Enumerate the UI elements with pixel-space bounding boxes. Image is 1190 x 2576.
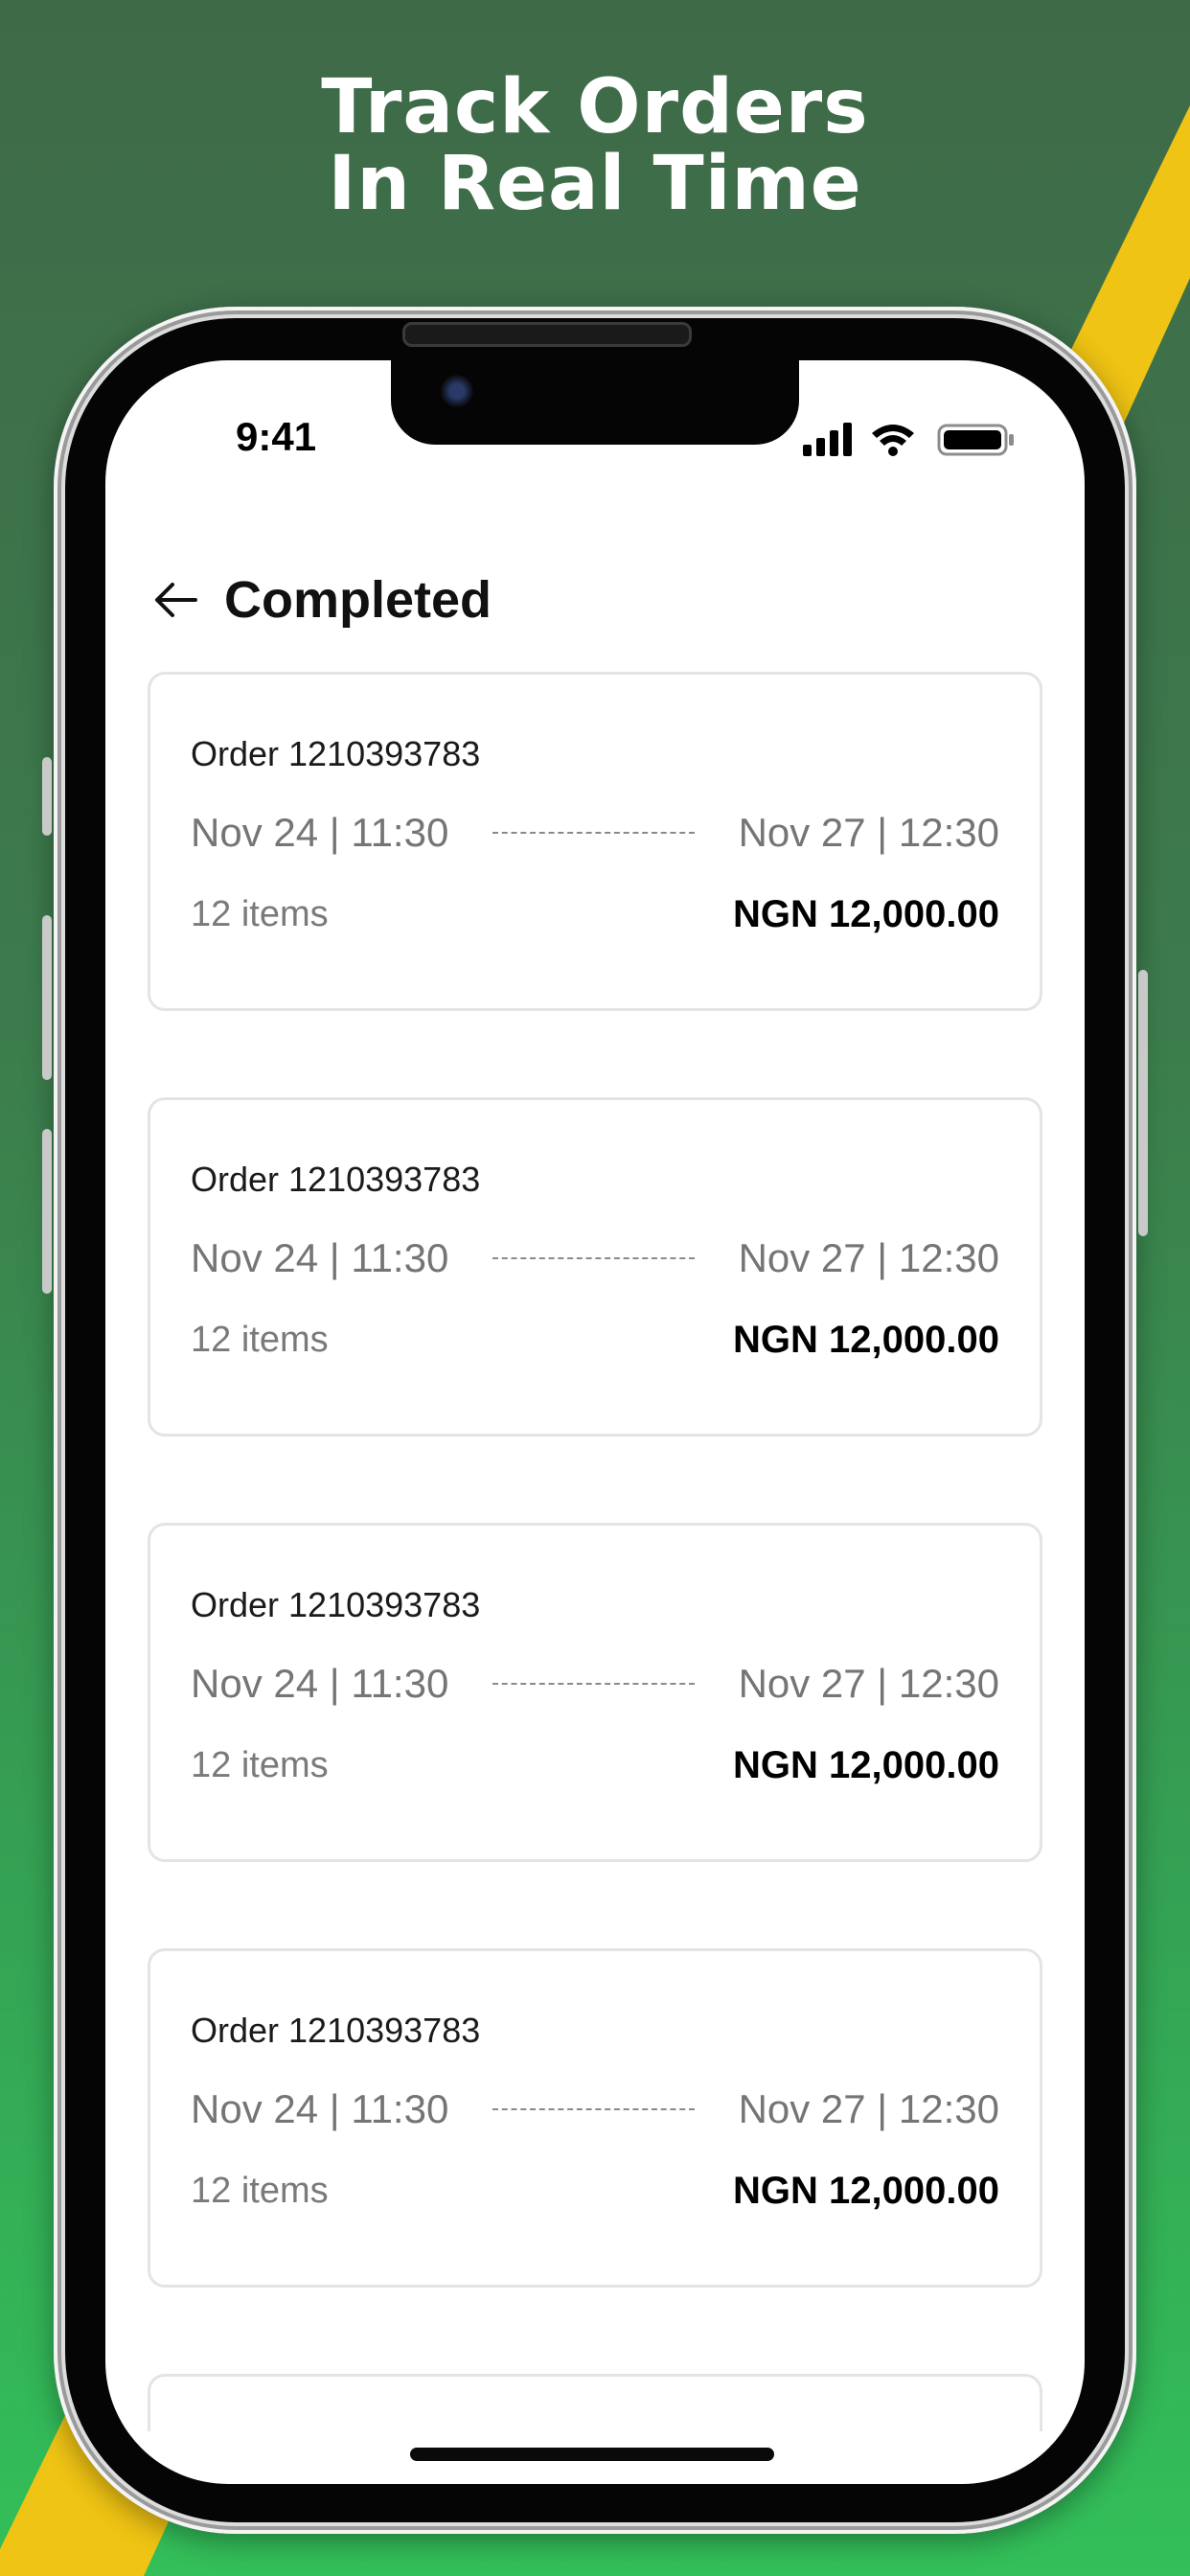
screen-header: Completed	[151, 562, 492, 638]
order-end-date: Nov 27 | 12:30	[738, 1661, 999, 1706]
page-title: Completed	[224, 571, 492, 629]
headline-line-2: In Real Time	[328, 141, 862, 227]
order-price: NGN 12,000.00	[733, 893, 999, 935]
order-id: Order 1210393783	[191, 734, 481, 773]
order-start-date: Nov 24 | 11:30	[191, 2086, 449, 2131]
order-item-count: 12 items	[191, 894, 329, 934]
status-icons	[803, 423, 1014, 456]
order-card-partial[interactable]	[148, 2374, 1042, 2431]
order-date-row: Nov 24 | 11:30 Nov 27 | 12:30	[191, 1660, 999, 1708]
date-connector-line	[492, 1683, 695, 1685]
order-meta-row: 12 items NGN 12,000.00	[191, 1744, 999, 1787]
order-list: Order 1210393783 Nov 24 | 11:30 Nov 27 |…	[148, 672, 1042, 2484]
order-end-date: Nov 27 | 12:30	[738, 1235, 999, 1280]
order-date-row: Nov 24 | 11:30 Nov 27 | 12:30	[191, 2085, 999, 2133]
order-item-count: 12 items	[191, 2171, 329, 2211]
order-price: NGN 12,000.00	[733, 1744, 999, 1786]
order-price: NGN 12,000.00	[733, 2170, 999, 2212]
order-id: Order 1210393783	[191, 1160, 481, 1199]
date-connector-line	[492, 2108, 695, 2110]
date-connector-line	[492, 832, 695, 834]
phone-screen: 9:41 Completed Order 1210393783 Nov 24 |…	[105, 360, 1085, 2484]
wifi-icon	[872, 425, 914, 456]
silent-switch	[42, 757, 52, 836]
headline: Track Orders In Real Time	[0, 69, 1190, 222]
earpiece-speaker	[402, 322, 692, 347]
order-meta-row: 12 items NGN 12,000.00	[191, 1319, 999, 1362]
order-start-date: Nov 24 | 11:30	[191, 1235, 449, 1280]
home-indicator[interactable]	[410, 2448, 774, 2461]
order-meta-row: 12 items NGN 12,000.00	[191, 893, 999, 936]
volume-up-button	[42, 915, 52, 1080]
order-date-row: Nov 24 | 11:30 Nov 27 | 12:30	[191, 1234, 999, 1282]
volume-down-button	[42, 1129, 52, 1294]
order-card[interactable]: Order 1210393783 Nov 24 | 11:30 Nov 27 |…	[148, 1097, 1042, 1437]
order-card[interactable]: Order 1210393783 Nov 24 | 11:30 Nov 27 |…	[148, 672, 1042, 1011]
order-start-date: Nov 24 | 11:30	[191, 1661, 449, 1706]
notch	[391, 360, 799, 445]
battery-icon	[937, 424, 1014, 456]
order-end-date: Nov 27 | 12:30	[738, 810, 999, 855]
cellular-signal-icon	[803, 423, 852, 456]
headline-line-1: Track Orders	[321, 64, 869, 150]
order-item-count: 12 items	[191, 1745, 329, 1785]
order-start-date: Nov 24 | 11:30	[191, 810, 449, 855]
status-time: 9:41	[236, 414, 317, 459]
order-date-row: Nov 24 | 11:30 Nov 27 | 12:30	[191, 809, 999, 857]
order-card[interactable]: Order 1210393783 Nov 24 | 11:30 Nov 27 |…	[148, 1523, 1042, 1862]
arrow-left-icon[interactable]	[151, 576, 199, 624]
order-price: NGN 12,000.00	[733, 1319, 999, 1361]
order-meta-row: 12 items NGN 12,000.00	[191, 2170, 999, 2213]
order-id: Order 1210393783	[191, 2011, 481, 2050]
order-card[interactable]: Order 1210393783 Nov 24 | 11:30 Nov 27 |…	[148, 1948, 1042, 2288]
order-end-date: Nov 27 | 12:30	[738, 2086, 999, 2131]
date-connector-line	[492, 1257, 695, 1259]
power-button	[1138, 970, 1148, 1236]
front-camera-icon	[441, 375, 473, 407]
order-id: Order 1210393783	[191, 1585, 481, 1624]
order-item-count: 12 items	[191, 1320, 329, 1360]
